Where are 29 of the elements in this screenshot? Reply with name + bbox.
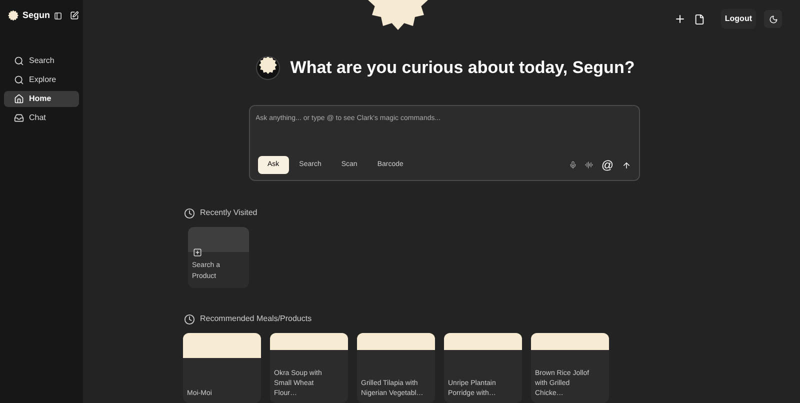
sidebar-item[interactable]: Explore xyxy=(4,72,79,88)
new-chat-icon[interactable] xyxy=(70,10,79,22)
sidebar-item[interactable]: Search xyxy=(4,52,79,68)
moon-icon xyxy=(768,14,778,24)
add-icon xyxy=(193,248,202,257)
clock-icon xyxy=(184,208,195,218)
theme-button[interactable] xyxy=(764,10,782,28)
audio-icon[interactable] xyxy=(585,161,594,169)
sidebar-item[interactable]: Chat xyxy=(4,110,79,126)
greeting-heading: What are you curious about today, Segun? xyxy=(290,57,635,79)
send-icon[interactable] xyxy=(622,160,630,170)
home-icon xyxy=(14,94,24,104)
panel-icon[interactable] xyxy=(54,10,62,21)
card-header xyxy=(188,227,249,252)
section-title: Recently Visited xyxy=(200,207,258,219)
search-icon xyxy=(14,56,24,66)
clock-icon xyxy=(184,314,195,324)
section-title: Recommended Meals/Products xyxy=(200,313,312,325)
search-icon xyxy=(14,74,24,84)
document-icon[interactable] xyxy=(694,14,705,24)
logout-button[interactable]: Logout xyxy=(720,9,756,29)
sidebar-item[interactable]: Home xyxy=(4,90,79,106)
sun-icon xyxy=(259,56,278,74)
mic-icon[interactable] xyxy=(569,161,578,169)
plus-icon[interactable] xyxy=(674,13,686,25)
inbox-icon xyxy=(14,112,24,122)
logo-icon xyxy=(8,9,19,22)
user-name: Segun xyxy=(22,9,50,22)
mention-button[interactable]: @ xyxy=(601,159,614,171)
